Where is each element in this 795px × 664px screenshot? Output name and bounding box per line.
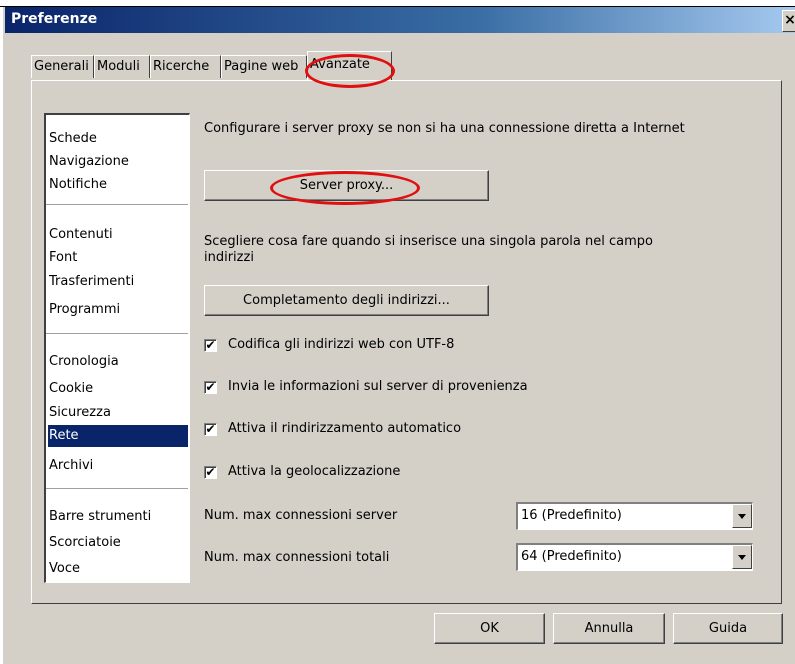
max-server-connections-label: Num. max connessioni server	[204, 508, 398, 523]
max-server-connections-select[interactable]: 16 (Predefinito)	[516, 502, 753, 530]
sidebar-separator	[46, 204, 188, 206]
sidebar-item-voce[interactable]: Voce	[48, 558, 188, 580]
sidebar-item-programmi[interactable]: Programmi	[48, 299, 188, 321]
close-icon[interactable]: ×	[782, 10, 795, 32]
ok-button[interactable]: OK	[434, 613, 545, 644]
server-proxy-button[interactable]: Server proxy...	[204, 170, 489, 201]
sidebar-item-schede[interactable]: Schede	[48, 128, 188, 150]
tab-moduli[interactable]: Moduli	[94, 55, 150, 78]
sidebar-item-cookie[interactable]: Cookie	[48, 378, 188, 400]
sidebar-item-cronologia[interactable]: Cronologia	[48, 351, 188, 373]
sidebar-item-trasferimenti[interactable]: Trasferimenti	[48, 271, 188, 293]
tab-pagine-web[interactable]: Pagine web	[221, 55, 307, 78]
sidebar-item-barre-strumenti[interactable]: Barre strumenti	[48, 506, 188, 528]
top-border	[0, 0, 795, 7]
max-server-connections-value: 16 (Predefinito)	[521, 508, 622, 523]
sidebar-item-scorciatoie[interactable]: Scorciatoie	[48, 532, 188, 554]
sidebar-item-font[interactable]: Font	[48, 247, 188, 269]
max-total-connections-select[interactable]: 64 (Predefinito)	[516, 543, 753, 571]
sidebar-item-sicurezza[interactable]: Sicurezza	[48, 402, 188, 424]
help-button[interactable]: Guida	[673, 613, 783, 644]
category-list[interactable]: Schede Navigazione Notifiche Contenuti F…	[44, 113, 190, 583]
sidebar-item-rete[interactable]: Rete	[48, 425, 188, 447]
sidebar-item-archivi[interactable]: Archivi	[48, 455, 188, 477]
window-title: Preferenze	[11, 11, 98, 27]
sidebar-separator	[46, 333, 188, 335]
max-total-connections-value: 64 (Predefinito)	[521, 549, 622, 564]
checkbox-utf8-label: Codifica gli indirizzi web con UTF-8	[228, 337, 455, 352]
sidebar-item-notifiche[interactable]: Notifiche	[48, 174, 188, 196]
sidebar-item-navigazione[interactable]: Navigazione	[48, 151, 188, 173]
address-completion-button[interactable]: Completamento degli indirizzi...	[204, 285, 489, 316]
checkbox-geolocation-label: Attiva la geolocalizzazione	[228, 464, 401, 479]
checkbox-utf8[interactable]: ✔	[204, 339, 217, 352]
tab-ricerche[interactable]: Ricerche	[150, 55, 221, 78]
tab-generali[interactable]: Generali	[31, 55, 94, 78]
chevron-down-icon[interactable]	[732, 504, 752, 528]
checkbox-redirect-label: Attiva il rindirizzamento automatico	[228, 421, 462, 436]
title-bar[interactable]: Preferenze ×	[5, 7, 795, 33]
chevron-down-icon[interactable]	[732, 545, 752, 569]
sidebar-item-contenuti[interactable]: Contenuti	[48, 224, 188, 246]
cancel-button[interactable]: Annulla	[553, 613, 665, 644]
checkbox-referrer[interactable]: ✔	[204, 381, 217, 394]
autocomplete-description: Scegliere cosa fare quando si inserisce …	[204, 234, 653, 265]
checkbox-referrer-label: Invia le informazioni sul server di prov…	[228, 379, 528, 394]
checkbox-geolocation[interactable]: ✔	[204, 466, 217, 479]
proxy-description: Configurare i server proxy se non si ha …	[204, 121, 685, 136]
tab-avanzate[interactable]: Avanzate	[307, 51, 392, 80]
sidebar-separator	[46, 488, 188, 490]
max-total-connections-label: Num. max connessioni totali	[204, 550, 390, 565]
checkbox-redirect[interactable]: ✔	[204, 423, 217, 436]
